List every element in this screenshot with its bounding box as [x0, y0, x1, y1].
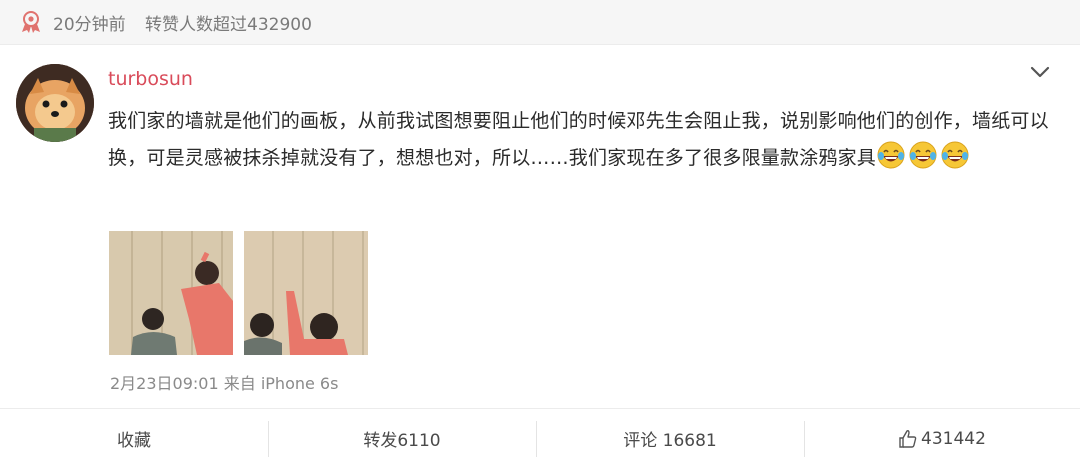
avatar-image — [16, 64, 94, 142]
photo-image — [244, 231, 368, 355]
post-photo-2[interactable] — [244, 231, 368, 355]
emoji-group — [876, 141, 972, 169]
post-photo-1[interactable] — [109, 231, 233, 355]
favorite-label: 收藏 — [117, 431, 151, 451]
laughing-tears-emoji-icon — [909, 141, 937, 169]
photo-image — [109, 231, 233, 355]
post-source[interactable]: 来自 iPhone 6s — [224, 374, 339, 393]
top-bar: 20分钟前 转赞人数超过432900 — [0, 0, 1080, 45]
thumbs-up-icon — [899, 429, 917, 448]
favorite-button[interactable]: 收藏 — [0, 409, 268, 468]
comment-label: 评论 16681 — [623, 431, 717, 451]
action-bar: 收藏 转发6110 评论 16681 431442 — [0, 409, 1080, 468]
engagement-stat: 转赞人数超过432900 — [145, 15, 312, 35]
chevron-down-icon[interactable] — [1028, 60, 1052, 84]
laughing-tears-emoji-icon — [877, 141, 905, 169]
post-age: 20分钟前 — [53, 15, 126, 35]
laughing-tears-emoji-icon — [941, 141, 969, 169]
post-meta: 2月23日09:01 来自 iPhone 6s — [110, 370, 338, 394]
post-text: 我们家的墙就是他们的画板，从前我试图想要阻止他们的时候邓先生会阻止我，说别影响他… — [108, 103, 1053, 177]
repost-label: 转发6110 — [363, 431, 441, 451]
hot-badge-icon — [22, 11, 40, 33]
avatar[interactable] — [16, 64, 94, 142]
post-text-tail: 鸦家具 — [818, 147, 877, 169]
like-button[interactable]: 431442 — [804, 409, 1080, 468]
username-link[interactable]: turbosun — [108, 68, 193, 90]
like-count: 431442 — [921, 428, 986, 449]
post-timestamp: 2月23日09:01 — [110, 374, 219, 393]
repost-button[interactable]: 转发6110 — [268, 409, 536, 468]
comment-button[interactable]: 评论 16681 — [536, 409, 804, 468]
